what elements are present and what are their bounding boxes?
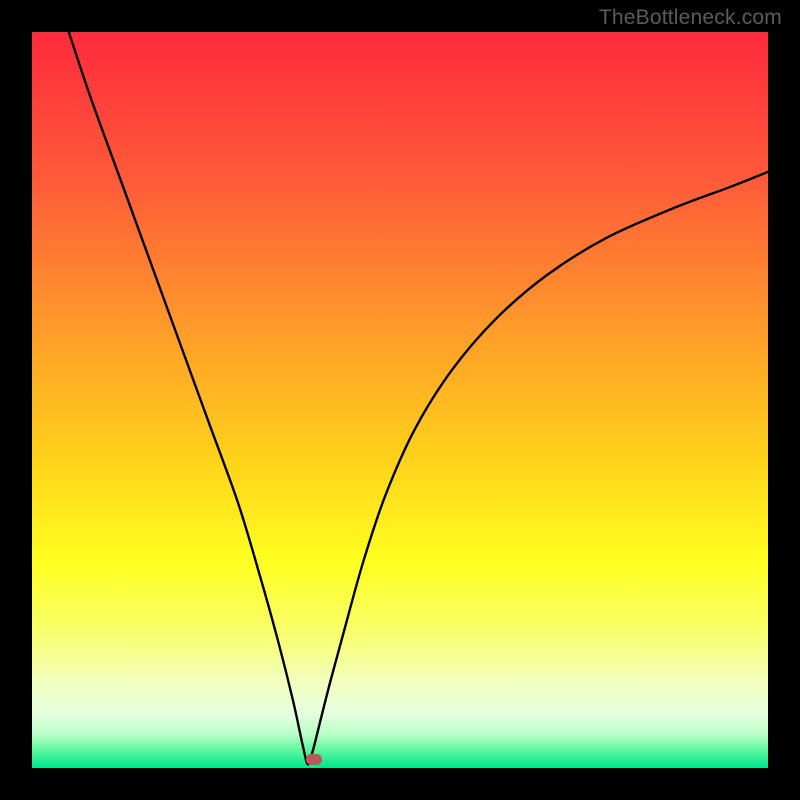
watermark-text: TheBottleneck.com — [599, 6, 782, 30]
bottleneck-curve — [69, 32, 768, 764]
chart-stage: TheBottleneck.com — [0, 0, 800, 800]
optimal-point-marker — [306, 754, 322, 765]
curve-layer — [32, 32, 768, 768]
plot-area — [32, 32, 768, 768]
